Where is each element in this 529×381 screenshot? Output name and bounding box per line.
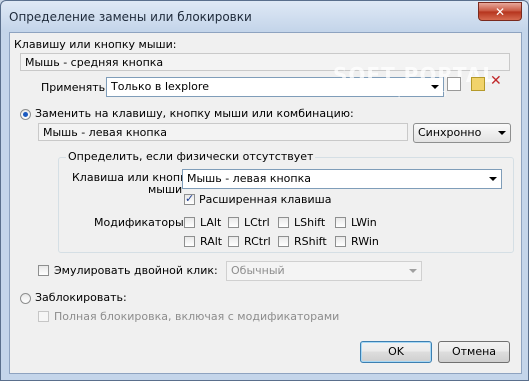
delete-icon: ✕ [490,73,502,89]
rwin-checkbox[interactable] [335,236,346,247]
block-radio[interactable] [20,293,31,304]
physical-key-label-2: мыши [148,183,183,196]
replace-key-field[interactable]: Мышь - левая кнопка [38,123,408,141]
lalt-checkbox[interactable] [184,217,195,228]
physical-key-dropdown[interactable]: Мышь - левая кнопка [182,169,502,189]
rctrl-label: RCtrl [244,235,271,248]
chevron-down-icon [409,269,417,273]
source-label: Клавишу или кнопку мыши: [14,38,177,51]
double-click-value: Обычный [231,264,285,277]
edit-icon [471,77,485,91]
apply-value: Только в Iexplore [111,80,209,93]
chevron-down-icon [489,177,497,181]
title-bar[interactable]: Определение замены или блокировки ✕ [1,1,528,33]
replace-key-value: Мышь - левая кнопка [43,126,167,139]
double-click-dropdown[interactable]: Обычный [226,261,422,281]
rctrl-checkbox[interactable] [228,236,239,247]
ok-button[interactable]: OK [360,341,432,363]
sync-mode-value: Синхронно [418,126,482,139]
source-key-value: Мышь - средняя кнопка [25,56,164,69]
full-block-label: Полная блокировка, включая с модификатор… [54,310,340,323]
window-title: Определение замены или блокировки [9,10,252,24]
double-click-label: Эмулировать двойной клик: [54,264,218,277]
chevron-down-icon [498,131,506,135]
rshift-checkbox[interactable] [278,236,289,247]
cancel-button[interactable]: Отмена [438,341,510,363]
physical-group-title: Определить, если физически отсутствует [66,150,316,163]
lwin-label: LWin [351,216,377,229]
lctrl-label: LCtrl [244,216,270,229]
doc-icon [447,77,461,91]
lalt-label: LAlt [200,216,222,229]
close-button[interactable]: ✕ [478,2,522,21]
physical-key-value: Мышь - левая кнопка [187,172,311,185]
extended-key-checkbox[interactable] [184,192,195,205]
dialog-window: Определение замены или блокировки ✕ Клав… [0,0,529,381]
block-label: Заблокировать: [35,291,127,304]
lctrl-checkbox[interactable] [228,217,239,228]
watermark-url: www.softportal.com [357,89,447,99]
double-click-checkbox[interactable] [38,265,49,276]
lwin-checkbox[interactable] [335,217,346,228]
full-block-checkbox[interactable] [38,311,49,322]
extended-key-label: Расширенная клавиша [199,193,332,206]
lshift-checkbox[interactable] [278,217,289,228]
sync-mode-dropdown[interactable]: Синхронно [413,123,511,143]
rwin-label: RWin [351,235,379,248]
apply-label: Применять [41,81,106,94]
close-icon: ✕ [494,4,506,19]
lshift-label: LShift [294,216,326,229]
ralt-checkbox[interactable] [184,236,195,247]
modifiers-label: Модификаторы [94,216,184,229]
replace-label: Заменить на клавишу, кнопку мыши или ком… [35,107,354,120]
ralt-label: RAlt [200,235,223,248]
rshift-label: RShift [294,235,327,248]
replace-radio[interactable] [20,109,31,120]
